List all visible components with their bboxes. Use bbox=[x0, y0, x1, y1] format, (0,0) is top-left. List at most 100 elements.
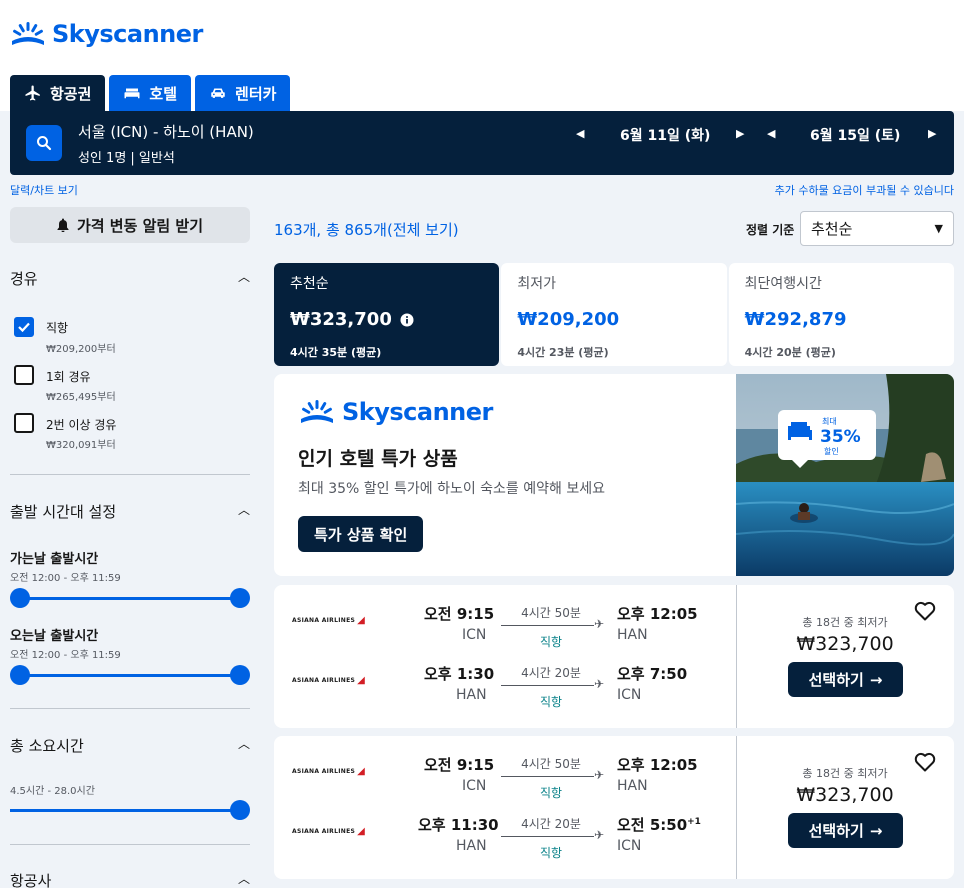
select-button-label: 선택하기 bbox=[808, 671, 864, 689]
route-line bbox=[501, 625, 594, 626]
chevron-up-icon: ︿ bbox=[237, 737, 250, 751]
select-button[interactable]: 선택하기 → bbox=[788, 813, 903, 848]
slider-handle-max[interactable] bbox=[230, 665, 250, 685]
return-next-arrow-icon[interactable]: ▶ bbox=[928, 127, 936, 140]
checkbox-one-stop[interactable] bbox=[14, 365, 34, 385]
sort-tab-title: 추천순 bbox=[290, 276, 329, 292]
depart-prev-arrow-icon[interactable]: ◀ bbox=[576, 127, 584, 140]
sort-tab-duration: 4시간 23분 (평균) bbox=[517, 346, 609, 359]
stops-option-price: ₩320,091부터 bbox=[46, 440, 116, 451]
route-line bbox=[501, 776, 594, 777]
slider-handle-min[interactable] bbox=[10, 588, 30, 608]
hotel-promo-banner: Skyscanner 인기 호텔 특가 상품 최대 35% 할인 특가에 하노이… bbox=[274, 374, 954, 576]
slider-handle-max[interactable] bbox=[230, 588, 250, 608]
logo-text: Skyscanner bbox=[52, 20, 203, 48]
route-text[interactable]: 서울 (ICN) - 하노이 (HAN) bbox=[78, 121, 254, 142]
stops-label: 직항 bbox=[539, 786, 563, 800]
return-prev-arrow-icon[interactable]: ◀ bbox=[767, 127, 775, 140]
sidebar-divider bbox=[10, 844, 250, 845]
outbound-time-slider[interactable] bbox=[20, 597, 240, 600]
return-time-label: 오는날 출발시간 bbox=[10, 629, 99, 644]
checkbox-two-plus-stops[interactable] bbox=[14, 413, 34, 433]
sort-tab-best[interactable]: 추천순 ₩323,700 4시간 35분 (평균) bbox=[274, 263, 500, 366]
tab-flights[interactable]: 항공권 bbox=[10, 75, 106, 111]
stops-option-label: 직항 bbox=[46, 321, 69, 335]
depart-date[interactable]: 6월 11일 (화) bbox=[620, 125, 710, 145]
return-date[interactable]: 6월 15일 (토) bbox=[810, 125, 900, 145]
sort-tab-price: ₩323,700 bbox=[290, 309, 483, 330]
checkmark-icon bbox=[18, 322, 30, 333]
card-divider bbox=[736, 585, 737, 728]
promo-title: 인기 호텔 특가 상품 bbox=[298, 448, 458, 470]
arrival-airport: HAN bbox=[617, 778, 648, 794]
price-alert-button[interactable]: 가격 변동 알림 받기 bbox=[10, 207, 250, 243]
slider-handle-min[interactable] bbox=[10, 665, 30, 685]
search-button[interactable] bbox=[26, 125, 62, 161]
sort-select[interactable]: 추천순 ▼ bbox=[800, 211, 954, 246]
airline-logo: ASIANA AIRLINES ◢ bbox=[292, 826, 365, 837]
sort-tab-price: ₩292,879 bbox=[744, 309, 847, 330]
duration-filter-title: 총 소요시간 bbox=[10, 737, 84, 755]
flight-result-card[interactable]: ASIANA AIRLINES ◢ 오전 9:15 ICN 4시간 50분 ✈ … bbox=[274, 585, 954, 728]
info-icon[interactable] bbox=[400, 313, 414, 327]
airlines-filter-title: 항공사 bbox=[10, 872, 52, 888]
departure-times-header[interactable]: 출발 시간대 설정 ︿ bbox=[10, 501, 250, 522]
flight-duration: 4시간 50분 bbox=[521, 757, 581, 771]
arrival-time: 오후 12:05 bbox=[617, 605, 698, 623]
departure-time: 오전 9:15 bbox=[424, 605, 495, 623]
airlines-filter-header[interactable]: 항공사 ︿ bbox=[10, 870, 250, 888]
plane-icon: ✈ bbox=[594, 768, 605, 782]
sort-tab-cheapest[interactable]: 최저가 ₩209,200 4시간 23분 (평균) bbox=[501, 263, 727, 366]
departure-time: 오후 11:30 bbox=[418, 816, 499, 834]
select-button[interactable]: 선택하기 → bbox=[788, 662, 903, 697]
select-button-label: 선택하기 bbox=[808, 822, 864, 840]
duration-filter-header[interactable]: 총 소요시간 ︿ bbox=[10, 735, 250, 756]
checkbox-direct[interactable] bbox=[14, 317, 34, 337]
flight-duration: 4시간 20분 bbox=[521, 666, 581, 680]
tab-hotels-label: 호텔 bbox=[149, 84, 178, 103]
search-summary-bar: 서울 (ICN) - 하노이 (HAN) 성인 1명 | 일반석 ◀ 6월 11… bbox=[10, 111, 954, 175]
sort-tab-duration: 4시간 35분 (평균) bbox=[290, 346, 382, 359]
flight-duration: 4시간 20분 bbox=[521, 817, 581, 831]
promo-logo-text: Skyscanner bbox=[342, 398, 493, 426]
tab-flights-label: 항공권 bbox=[50, 84, 92, 103]
flight-result-card[interactable]: ASIANA AIRLINES ◢ 오전 9:15 ICN 4시간 50분 ✈ … bbox=[274, 736, 954, 879]
promo-deals-button[interactable]: 특가 상품 확인 bbox=[298, 516, 424, 552]
skyscanner-logo[interactable]: Skyscanner bbox=[10, 20, 203, 48]
airline-logo: ASIANA AIRLINES ◢ bbox=[292, 766, 365, 777]
departure-airport: HAN bbox=[456, 838, 487, 854]
stops-filter-header[interactable]: 경유 ︿ bbox=[10, 268, 250, 289]
tab-hotels[interactable]: 호텔 bbox=[109, 75, 192, 111]
departure-airport: ICN bbox=[462, 627, 487, 643]
bell-icon bbox=[57, 218, 69, 232]
arrival-time: 오후 7:50 bbox=[617, 665, 688, 683]
plane-icon: ✈ bbox=[594, 677, 605, 691]
results-count-link[interactable]: 163개, 총 865개(전체 보기) bbox=[274, 219, 459, 240]
passengers-text[interactable]: 성인 1명 | 일반석 bbox=[78, 147, 175, 166]
calendar-link[interactable]: 달력/차트 보기 bbox=[10, 182, 78, 198]
depart-next-arrow-icon[interactable]: ▶ bbox=[736, 127, 744, 140]
sort-tab-fastest[interactable]: 최단여행시간 ₩292,879 4시간 20분 (평균) bbox=[728, 263, 954, 366]
flight-price: ₩323,700 bbox=[796, 633, 894, 655]
baggage-fees-link[interactable]: 추가 수하물 요금이 부과될 수 있습니다 bbox=[775, 182, 954, 198]
arrival-airport: ICN bbox=[617, 838, 642, 854]
airline-logo: ASIANA AIRLINES ◢ bbox=[292, 675, 365, 686]
arrival-time-value: 오전 5:50 bbox=[617, 816, 688, 834]
departure-times-title: 출발 시간대 설정 bbox=[10, 503, 117, 521]
return-time-slider[interactable] bbox=[20, 674, 240, 677]
badge-top-text: 최대 bbox=[822, 416, 837, 426]
tab-car-hire[interactable]: 렌터카 bbox=[195, 75, 291, 111]
slider-handle-max[interactable] bbox=[230, 800, 250, 820]
stops-option-label: 1회 경유 bbox=[46, 370, 91, 384]
arrow-right-icon: → bbox=[869, 670, 883, 689]
arrival-time: 오전 5:50+1 bbox=[617, 814, 701, 835]
card-divider bbox=[736, 736, 737, 879]
deals-count: 총 18건 중 최저가 bbox=[802, 767, 888, 780]
price-alert-label: 가격 변동 알림 받기 bbox=[76, 216, 204, 235]
plane-icon bbox=[25, 85, 40, 101]
next-day-indicator: +1 bbox=[687, 817, 701, 827]
flight-duration: 4시간 50분 bbox=[521, 606, 581, 620]
duration-slider[interactable] bbox=[10, 809, 235, 812]
infinity-pool-photo: 최대 35% 할인 bbox=[736, 374, 954, 576]
arrival-airport: ICN bbox=[617, 687, 642, 703]
